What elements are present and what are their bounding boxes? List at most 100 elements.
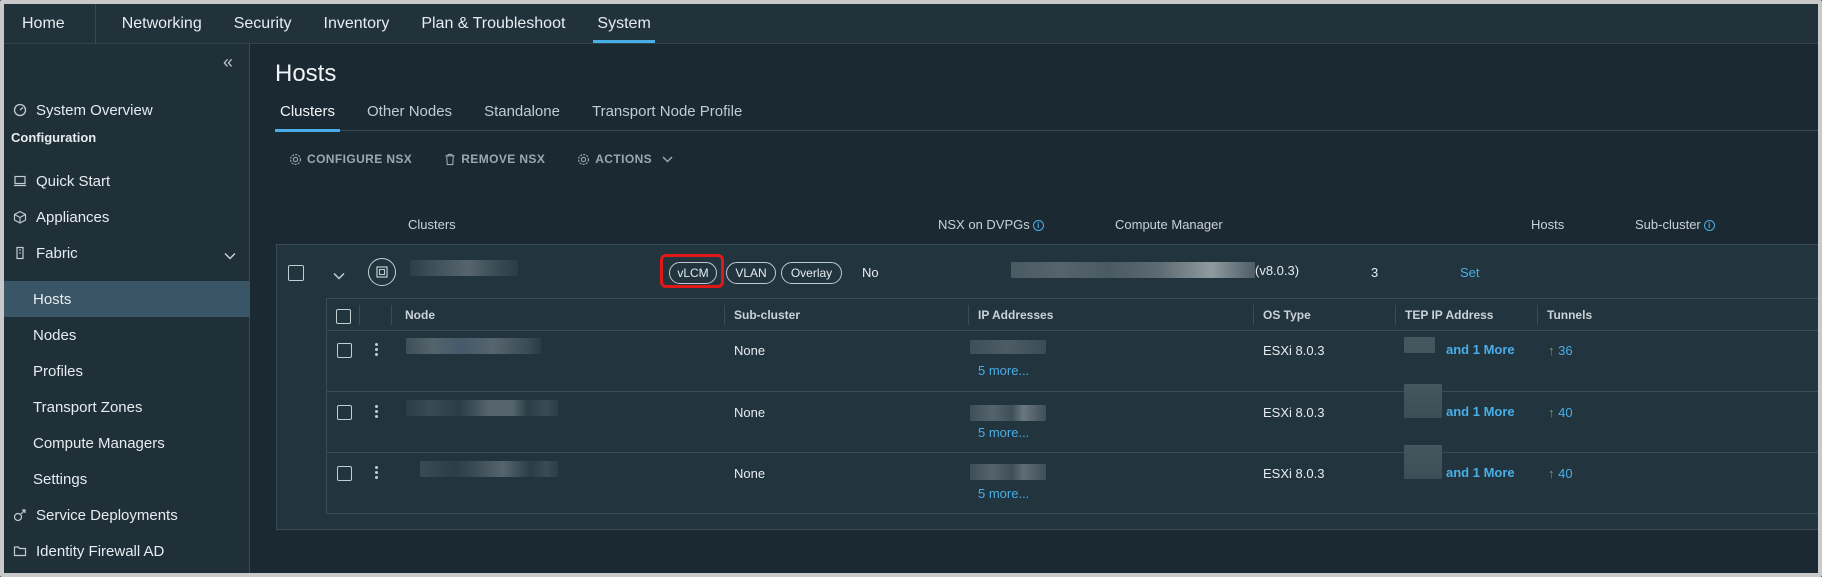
os-type-value: ESXi 8.0.3 <box>1263 466 1325 481</box>
column-header-os-type[interactable]: OS Type <box>1263 308 1311 322</box>
sidebar-item-label: Identity Firewall AD <box>36 542 165 560</box>
column-divider <box>968 305 969 325</box>
column-header-nsx-on-dvpgs[interactable]: NSX on DVPGs i <box>938 217 1044 232</box>
gear-icon <box>290 153 301 165</box>
node-name-redacted[interactable] <box>420 461 558 477</box>
ip-more-link[interactable]: 5 more... <box>978 486 1029 501</box>
cluster-select-checkbox[interactable] <box>288 265 304 281</box>
ip-address-redacted <box>970 464 1046 480</box>
column-header-label: NSX on DVPGs <box>938 217 1030 232</box>
column-header-ip-addresses[interactable]: IP Addresses <box>978 308 1053 322</box>
sidebar-item-quick-start[interactable]: Quick Start <box>4 163 250 199</box>
configure-nsx-button[interactable]: CONFIGURE NSX <box>289 152 412 166</box>
info-icon[interactable]: i <box>1703 220 1715 232</box>
tab-clusters[interactable]: Clusters <box>275 101 341 132</box>
page-title: Hosts <box>275 60 337 87</box>
info-icon[interactable]: i <box>1032 220 1044 232</box>
sidebar-item-service-deployments[interactable]: Service Deployments <box>4 497 250 533</box>
trash-icon <box>445 153 455 165</box>
sidebar-item-system-overview[interactable]: System Overview <box>4 92 250 128</box>
tep-more-link[interactable]: and 1 More <box>1446 404 1515 419</box>
tep-ip-redacted <box>1404 445 1442 479</box>
tep-more-link[interactable]: and 1 More <box>1446 465 1515 480</box>
column-header-compute-manager[interactable]: Compute Manager <box>1115 217 1223 232</box>
column-header-clusters[interactable]: Clusters <box>408 217 456 232</box>
sidebar-item-label: Nodes <box>33 326 77 344</box>
nav-system[interactable]: System <box>581 4 666 43</box>
tab-transport-node-profile[interactable]: Transport Node Profile <box>587 101 747 131</box>
actions-button[interactable]: ACTIONS <box>577 152 678 166</box>
configure-nsx-label: CONFIGURE NSX <box>307 152 413 166</box>
tunnels-count: 40 <box>1558 466 1573 481</box>
sidebar-item-label: Transport Zones <box>33 398 143 416</box>
sidebar: « System Overview Configuration Quick St… <box>4 44 250 573</box>
collapse-sidebar-icon[interactable]: « <box>217 52 239 74</box>
row-actions-kebab-icon[interactable] <box>375 466 378 481</box>
nav-home[interactable]: Home <box>4 4 96 43</box>
node-name-redacted[interactable] <box>406 338 541 354</box>
column-header-tunnels[interactable]: Tunnels <box>1547 308 1592 322</box>
column-header-label: Sub-cluster <box>1635 217 1701 232</box>
nav-inventory[interactable]: Inventory <box>308 4 406 43</box>
tep-more-link[interactable]: and 1 More <box>1446 342 1515 357</box>
sub-cluster-value: None <box>734 343 766 358</box>
main-content: Hosts Clusters Other Nodes Standalone Tr… <box>251 44 1818 573</box>
os-type-value: ESXi 8.0.3 <box>1263 343 1325 358</box>
column-divider <box>1395 305 1396 325</box>
nav-plan-troubleshoot[interactable]: Plan & Troubleshoot <box>405 4 581 43</box>
arrow-up-icon: ↑ <box>1548 343 1555 358</box>
row-checkbox[interactable] <box>337 343 352 358</box>
sidebar-item-profiles[interactable]: Profiles <box>4 353 250 389</box>
sidebar-item-label: Fabric <box>36 244 78 262</box>
node-name-redacted[interactable] <box>406 400 558 416</box>
sidebar-item-label: Quick Start <box>36 172 111 190</box>
remove-nsx-button[interactable]: REMOVE NSX <box>444 152 545 166</box>
column-header-node[interactable]: Node <box>405 308 435 322</box>
sidebar-item-label: Appliances <box>36 208 110 226</box>
column-header-sub-cluster[interactable]: Sub-cluster i <box>1635 217 1715 232</box>
nav-security[interactable]: Security <box>218 4 308 43</box>
ip-more-link[interactable]: 5 more... <box>978 363 1029 378</box>
tunnels-status[interactable]: ↑ 40 <box>1548 405 1573 420</box>
sidebar-item-label: Compute Managers <box>33 434 165 452</box>
sidebar-item-nodes[interactable]: Nodes <box>4 317 250 353</box>
sidebar-item-compute-managers[interactable]: Compute Managers <box>4 425 250 461</box>
row-actions-kebab-icon[interactable] <box>375 343 378 358</box>
sidebar-item-settings[interactable]: Settings <box>4 461 250 497</box>
select-all-nodes-checkbox[interactable] <box>336 309 351 324</box>
sub-cluster-set-link[interactable]: Set <box>1460 265 1480 280</box>
row-actions-kebab-icon[interactable] <box>375 405 378 420</box>
tunnels-status[interactable]: ↑ 40 <box>1548 466 1573 481</box>
tunnels-count: 36 <box>1558 343 1573 358</box>
sidebar-item-identity-firewall[interactable]: Identity Firewall AD <box>4 533 250 569</box>
sidebar-item-transport-zones[interactable]: Transport Zones <box>4 389 250 425</box>
column-header-sub-cluster[interactable]: Sub-cluster <box>734 308 800 322</box>
sidebar-heading-configuration: Configuration <box>11 130 97 145</box>
sidebar-item-label: Settings <box>33 470 88 488</box>
sidebar-item-appliances[interactable]: Appliances <box>4 199 250 235</box>
laptop-icon <box>12 173 28 189</box>
column-divider <box>724 305 725 325</box>
row-checkbox[interactable] <box>337 466 352 481</box>
ip-more-link[interactable]: 5 more... <box>978 425 1029 440</box>
sidebar-item-hosts[interactable]: Hosts <box>4 281 250 317</box>
collapse-row-chevron-icon[interactable] <box>333 267 345 285</box>
app-window: Home Networking Security Inventory Plan … <box>0 0 1822 577</box>
sidebar-item-fabric[interactable]: Fabric <box>4 235 250 271</box>
column-header-hosts[interactable]: Hosts <box>1531 217 1564 232</box>
compute-manager-version: (v8.0.3) <box>1255 263 1300 278</box>
dashboard-icon <box>12 102 28 118</box>
tab-standalone[interactable]: Standalone <box>479 101 565 131</box>
tab-other-nodes[interactable]: Other Nodes <box>362 101 457 131</box>
arrow-up-icon: ↑ <box>1548 466 1555 481</box>
tunnels-status[interactable]: ↑ 36 <box>1548 343 1573 358</box>
tab-bar: Clusters Other Nodes Standalone Transpor… <box>275 101 1818 132</box>
cluster-name-redacted[interactable] <box>410 260 518 276</box>
nav-networking[interactable]: Networking <box>106 4 218 43</box>
column-header-tep-ip[interactable]: TEP IP Address <box>1405 308 1493 322</box>
chevron-down-icon[interactable] <box>224 247 236 264</box>
row-checkbox[interactable] <box>337 405 352 420</box>
sidebar-item-label: Profiles <box>33 362 84 380</box>
folder-icon <box>12 543 28 559</box>
table-row: None 5 more... ESXi 8.0.3 and 1 More ↑ 4… <box>327 384 1818 453</box>
